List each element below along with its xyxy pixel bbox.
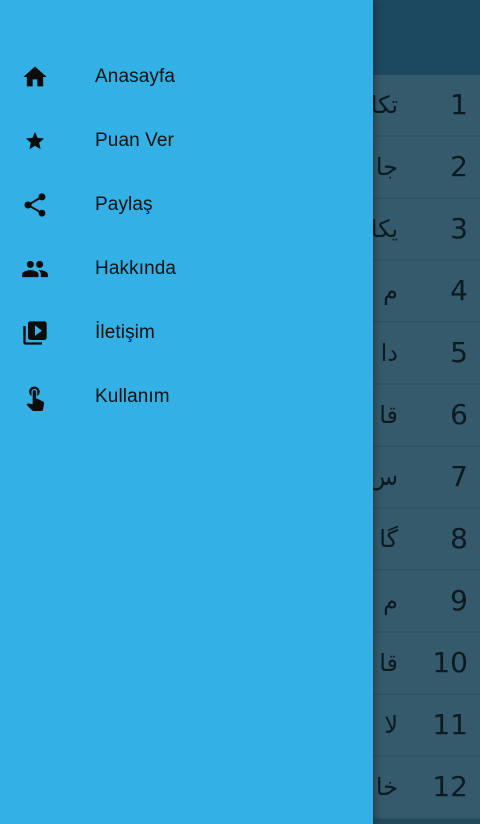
list-item-number: 3 bbox=[450, 212, 468, 245]
touch-icon bbox=[20, 382, 50, 412]
drawer-item-label: Kullanım bbox=[95, 386, 170, 407]
drawer-item-label: İletişim bbox=[95, 322, 155, 343]
drawer-item-contact[interactable]: İletişim bbox=[0, 301, 373, 365]
list-item-number: 7 bbox=[450, 460, 468, 493]
list-item-number: 10 bbox=[432, 646, 468, 679]
list-item-number: 8 bbox=[450, 522, 468, 555]
video-library-icon bbox=[20, 318, 50, 348]
list-item-number: 9 bbox=[450, 584, 468, 617]
drawer-item-rate[interactable]: Puan Ver bbox=[0, 109, 373, 173]
navigation-drawer: Anasayfa Puan Ver Paylaş Hakkında İletiş bbox=[0, 0, 373, 824]
home-icon bbox=[20, 62, 50, 92]
drawer-item-share[interactable]: Paylaş bbox=[0, 173, 373, 237]
list-item-number: 6 bbox=[450, 398, 468, 431]
list-item-number: 2 bbox=[450, 150, 468, 183]
list-item-number: 12 bbox=[432, 770, 468, 803]
drawer-item-label: Puan Ver bbox=[95, 130, 174, 151]
drawer-item-label: Anasayfa bbox=[95, 66, 176, 87]
people-icon bbox=[20, 254, 50, 284]
drawer-item-label: Paylaş bbox=[95, 194, 153, 215]
drawer-item-about[interactable]: Hakkında bbox=[0, 237, 373, 301]
drawer-item-label: Hakkında bbox=[95, 258, 177, 279]
drawer-item-usage[interactable]: Kullanım bbox=[0, 365, 373, 429]
star-icon bbox=[20, 126, 50, 156]
drawer-item-home[interactable]: Anasayfa bbox=[0, 45, 373, 109]
list-item-number: 11 bbox=[432, 708, 468, 741]
share-icon bbox=[20, 190, 50, 220]
drawer-menu: Anasayfa Puan Ver Paylaş Hakkında İletiş bbox=[0, 45, 373, 429]
list-item-number: 4 bbox=[450, 274, 468, 307]
list-item-number: 5 bbox=[450, 336, 468, 369]
list-item-number: 1 bbox=[450, 88, 468, 121]
